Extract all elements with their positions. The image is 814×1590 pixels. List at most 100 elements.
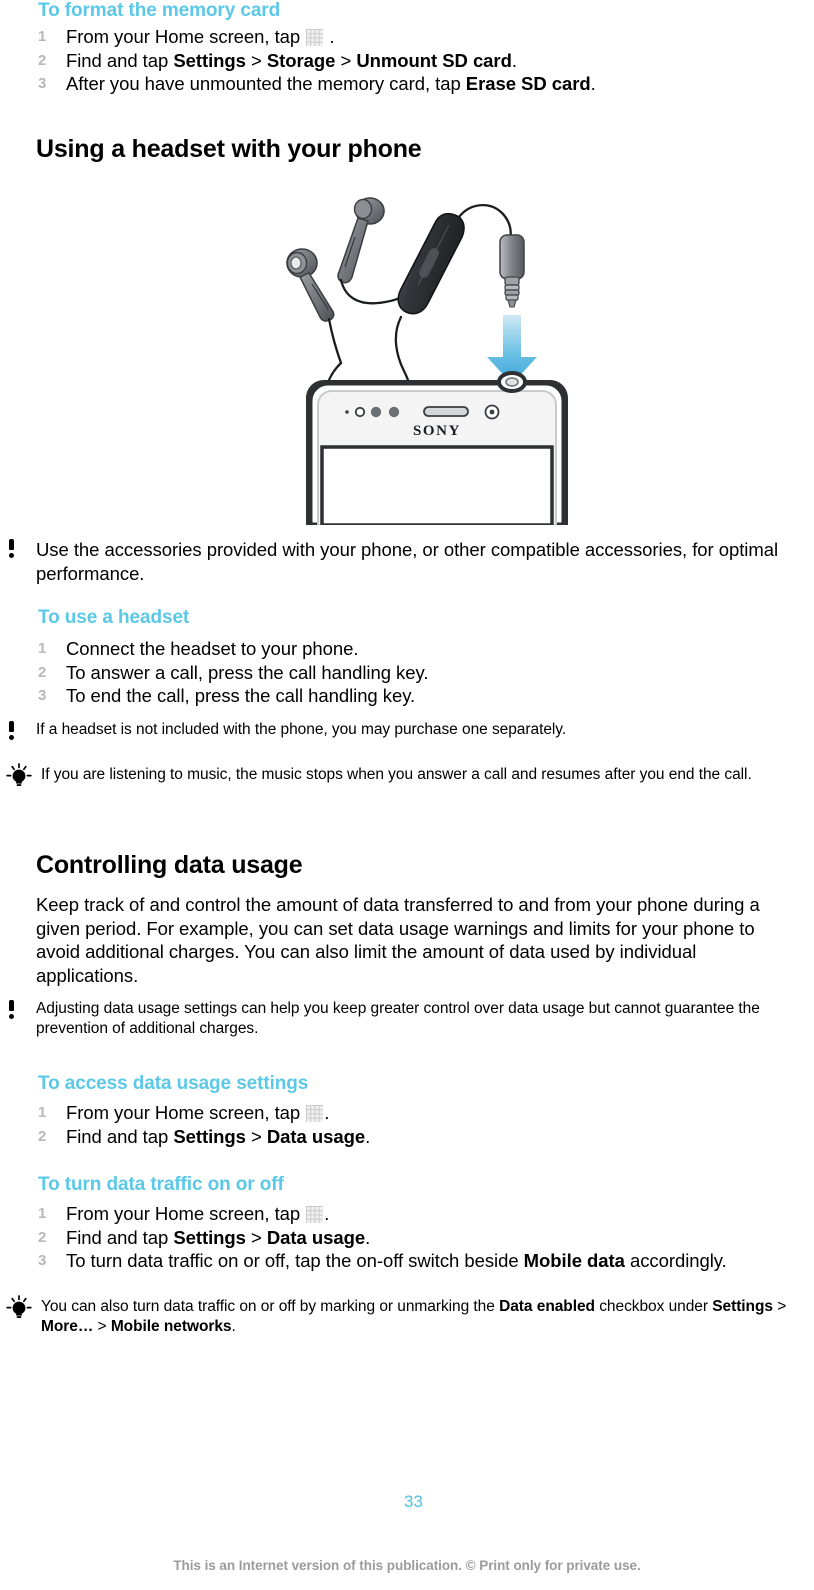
sony-phone-top: SONY [306, 371, 568, 528]
list-item: 3 To turn data traffic on or off, tap th… [30, 1249, 790, 1273]
separator: > [335, 49, 357, 71]
ui-label-unmount-sd-card: Unmount SD card [356, 49, 512, 71]
app-drawer-grid-icon [306, 29, 324, 46]
ui-label-more: More… [41, 1317, 94, 1335]
step-text-pre: After you have unmounted the memory card… [66, 73, 466, 94]
step-text-post: . [324, 1203, 330, 1224]
step-number: 3 [38, 1252, 47, 1269]
exclamation-note-icon [5, 539, 19, 559]
list-item: 3 To end the call, press the call handli… [30, 684, 800, 708]
step-number: 1 [38, 1205, 47, 1222]
separator: > [245, 49, 267, 71]
step-text-pre: To turn data traffic on or off, tap the … [66, 1250, 524, 1271]
step-text-post: . [365, 1226, 371, 1248]
step-text-pre: Find and tap [66, 1125, 174, 1147]
step-text-post: . [365, 1125, 371, 1147]
ui-label-storage: Storage [266, 49, 336, 71]
step-text-pre: From your Home screen, tap [66, 1203, 306, 1224]
step-text-post: . [511, 49, 517, 71]
steps-use-headset: 1 Connect the headset to your phone. 2 T… [30, 637, 800, 708]
step-text: Connect the headset to your phone. [66, 638, 359, 659]
earbud-upper [337, 197, 385, 284]
heading-access-data-usage-settings: To access data usage settings [38, 1073, 309, 1094]
headset-and-phone-illustration: SONY [0, 185, 814, 528]
step-text-post: . [590, 73, 596, 94]
list-item: 2 Find and tap Settings > Data usage. [30, 1226, 790, 1250]
step-number: 2 [38, 663, 47, 681]
heading-using-headset: Using a headset with your phone [36, 135, 422, 163]
sony-logo-text: SONY [413, 423, 461, 439]
step-text-post: . [324, 1102, 330, 1123]
list-item: 1 From your Home screen, tap . [30, 1101, 800, 1125]
steps-turn-data-traffic: 1 From your Home screen, tap . 2 Find an… [30, 1202, 790, 1273]
paragraph-controlling-data-usage: Keep track of and control the amount of … [36, 894, 760, 986]
list-item: 1 From your Home screen, tap . [30, 1202, 790, 1226]
note-accessories: Use the accessories provided with your p… [0, 538, 814, 585]
heading-controlling-data-usage: Controlling data usage [36, 851, 303, 879]
list-item: 3 After you have unmounted the memory ca… [30, 72, 800, 96]
steps-format-memory-card: 1 From your Home screen, tap . 2 Find an… [30, 25, 800, 96]
lightbulb-tip-icon [5, 763, 33, 789]
steps-access-data-usage-settings: 1 From your Home screen, tap . 2 Find an… [30, 1101, 800, 1148]
list-item: 1 Connect the headset to your phone. [30, 637, 800, 661]
ui-label-settings: Settings [173, 1226, 246, 1248]
audio-jack-3-5mm [499, 234, 525, 308]
exclamation-note-icon [5, 1000, 19, 1020]
list-item: 1 From your Home screen, tap . [30, 25, 800, 49]
ui-label-settings: Settings [173, 49, 246, 71]
exclamation-note-icon [5, 721, 19, 741]
step-number: 2 [38, 1228, 47, 1246]
ui-label-settings: Settings [712, 1298, 773, 1315]
page-number: 33 [404, 1492, 423, 1511]
separator: > [245, 1226, 267, 1248]
note-text: Adjusting data usage settings can help y… [36, 1000, 760, 1037]
list-item: 2 To answer a call, press the call handl… [30, 661, 800, 685]
separator: > [772, 1298, 787, 1315]
heading-turn-data-traffic: To turn data traffic on or off [38, 1174, 284, 1195]
inline-remote [397, 212, 465, 315]
tip-text: If you are listening to music, the music… [41, 766, 752, 783]
note-text: Use the accessories provided with your p… [36, 539, 779, 584]
app-drawer-grid-icon [306, 1206, 324, 1223]
separator: > [245, 1125, 267, 1147]
note-adjusting-data-usage: Adjusting data usage settings can help y… [0, 999, 814, 1038]
step-text: To answer a call, press the call handlin… [66, 661, 429, 683]
step-number: 3 [38, 75, 47, 92]
ui-label-data-usage: Data usage [266, 1125, 366, 1147]
ui-label-erase-sd-card: Erase SD card [465, 73, 591, 94]
separator: > [93, 1317, 111, 1335]
list-item: 2 Find and tap Settings > Data usage. [30, 1125, 800, 1149]
tip-text-mid: checkbox under [594, 1298, 713, 1315]
step-text: To end the call, press the call handling… [66, 685, 416, 706]
tip-data-enabled-checkbox: You can also turn data traffic on or off… [5, 1295, 814, 1336]
earbud-lower [286, 248, 335, 322]
step-text-post: . [324, 26, 335, 47]
step-number: 1 [38, 1104, 47, 1121]
ui-label-data-enabled: Data enabled [499, 1298, 595, 1315]
lightbulb-tip-icon [5, 1295, 33, 1321]
manual-page: To format the memory card 1 From your Ho… [0, 0, 814, 1590]
step-number: 1 [38, 640, 47, 657]
tip-music-stops: If you are listening to music, the music… [5, 763, 814, 786]
list-item: 2 Find and tap Settings > Storage > Unmo… [30, 49, 800, 73]
step-number: 2 [38, 51, 47, 69]
ui-label-mobile-networks: Mobile networks [110, 1317, 232, 1335]
app-drawer-grid-icon [306, 1105, 324, 1122]
step-text-pre: Find and tap [66, 49, 174, 71]
heading-format-memory-card: To format the memory card [38, 0, 281, 21]
tip-text-post: . [231, 1317, 236, 1335]
note-text: If a headset is not included with the ph… [36, 721, 567, 738]
step-text-pre: From your Home screen, tap [66, 26, 306, 47]
step-number: 3 [38, 687, 47, 704]
step-text-post: accordingly. [624, 1250, 727, 1271]
ui-label-data-usage: Data usage [266, 1226, 366, 1248]
step-number: 1 [38, 28, 47, 45]
note-headset-not-included: If a headset is not included with the ph… [0, 720, 814, 740]
ui-label-settings: Settings [173, 1125, 246, 1147]
footer-copyright-note: This is an Internet version of this publ… [173, 1558, 641, 1573]
tip-text-pre: You can also turn data traffic on or off… [41, 1298, 500, 1315]
step-text-pre: Find and tap [66, 1226, 174, 1248]
ui-label-mobile-data: Mobile data [523, 1250, 625, 1271]
step-number: 2 [38, 1127, 47, 1145]
heading-use-headset: To use a headset [38, 607, 190, 628]
